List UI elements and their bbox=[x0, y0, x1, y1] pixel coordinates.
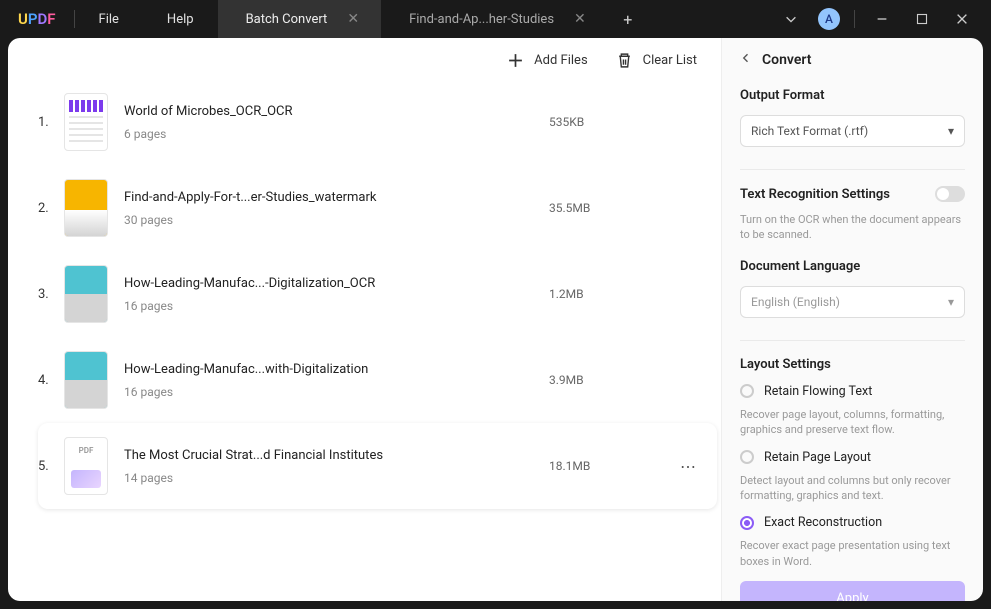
button-label: Add Files bbox=[534, 53, 587, 68]
radio-label: Retain Flowing Text bbox=[764, 384, 872, 399]
list-item[interactable]: 5. PDF The Most Crucial Strat...d Financ… bbox=[38, 423, 717, 509]
row-number: 3. bbox=[38, 287, 64, 302]
tab-add-button[interactable]: + bbox=[608, 0, 648, 38]
file-title: Find-and-Apply-For-t...er-Studies_waterm… bbox=[124, 190, 549, 205]
output-format-label: Output Format bbox=[740, 88, 965, 103]
row-number: 2. bbox=[38, 201, 64, 216]
chevron-down-icon: ▾ bbox=[948, 295, 954, 309]
radio-label: Retain Page Layout bbox=[764, 450, 871, 465]
convert-panel: Convert Output Format Rich Text Format (… bbox=[721, 38, 983, 601]
list-item[interactable]: 2. Find-and-Apply-For-t...er-Studies_wat… bbox=[38, 165, 717, 251]
file-thumbnail bbox=[64, 93, 108, 151]
tab-batch-convert[interactable]: Batch Convert ✕ bbox=[218, 0, 382, 38]
apply-button[interactable]: Apply bbox=[740, 581, 965, 601]
maximize-icon[interactable] bbox=[909, 6, 935, 32]
file-title: The Most Crucial Strat...d Financial Ins… bbox=[124, 448, 549, 463]
menu-help[interactable]: Help bbox=[143, 12, 218, 27]
radio-help: Detect layout and columns but only recov… bbox=[740, 473, 965, 504]
file-pages: 16 pages bbox=[124, 385, 549, 399]
output-format-select[interactable]: Rich Text Format (.rtf) ▾ bbox=[740, 115, 965, 147]
chevron-down-icon: ▾ bbox=[948, 124, 954, 138]
language-select[interactable]: English (English) ▾ bbox=[740, 286, 965, 318]
file-thumbnail bbox=[64, 265, 108, 323]
list-item[interactable]: 1. World of Microbes_OCR_OCR 6 pages 535… bbox=[38, 79, 717, 165]
panel-title: Convert bbox=[762, 52, 811, 68]
file-thumbnail: PDF bbox=[64, 437, 108, 495]
list-item[interactable]: 4. How-Leading-Manufac...with-Digitaliza… bbox=[38, 337, 717, 423]
divider bbox=[854, 10, 855, 28]
ocr-help-text: Turn on the OCR when the document appear… bbox=[740, 212, 965, 243]
file-pages: 30 pages bbox=[124, 213, 549, 227]
divider bbox=[740, 169, 965, 170]
toolbar: Add Files Clear List bbox=[8, 38, 721, 79]
layout-label: Layout Settings bbox=[740, 357, 965, 372]
window-controls: A bbox=[778, 6, 991, 32]
tab-label: Batch Convert bbox=[246, 12, 328, 27]
radio-label: Exact Reconstruction bbox=[764, 515, 882, 530]
minimize-icon[interactable] bbox=[869, 6, 895, 32]
file-pages: 6 pages bbox=[124, 127, 549, 141]
radio-help: Recover exact page presentation using te… bbox=[740, 538, 965, 569]
tab-document[interactable]: Find-and-Ap...her-Studies ✕ bbox=[381, 0, 608, 38]
tab-strip: Batch Convert ✕ Find-and-Ap...her-Studie… bbox=[218, 0, 648, 38]
file-size: 535KB bbox=[549, 115, 669, 129]
file-title: How-Leading-Manufac...-Digitalization_OC… bbox=[124, 276, 549, 291]
file-list: 1. World of Microbes_OCR_OCR 6 pages 535… bbox=[8, 79, 721, 601]
select-value: Rich Text Format (.rtf) bbox=[751, 124, 868, 138]
file-size: 1.2MB bbox=[549, 287, 669, 301]
file-thumbnail bbox=[64, 351, 108, 409]
language-label: Document Language bbox=[740, 259, 965, 274]
ocr-toggle[interactable] bbox=[935, 186, 965, 202]
select-value: English (English) bbox=[751, 295, 840, 309]
button-label: Clear List bbox=[643, 53, 697, 68]
chevron-left-icon[interactable] bbox=[740, 52, 752, 68]
file-list-panel: Add Files Clear List 1. World of Microbe… bbox=[8, 38, 721, 601]
close-icon[interactable]: ✕ bbox=[347, 11, 359, 27]
radio-help: Recover page layout, columns, formatting… bbox=[740, 407, 965, 438]
file-title: World of Microbes_OCR_OCR bbox=[124, 104, 549, 119]
window-close-icon[interactable] bbox=[949, 6, 975, 32]
file-size: 3.9MB bbox=[549, 373, 669, 387]
ocr-label: Text Recognition Settings bbox=[740, 187, 890, 202]
radio-retain-page-layout[interactable] bbox=[740, 450, 754, 464]
file-size: 18.1MB bbox=[549, 459, 669, 473]
add-files-button[interactable]: Add Files bbox=[507, 52, 587, 69]
chevron-down-icon[interactable] bbox=[778, 6, 804, 32]
file-pages: 16 pages bbox=[124, 299, 549, 313]
list-item[interactable]: 3. How-Leading-Manufac...-Digitalization… bbox=[38, 251, 717, 337]
menu-file[interactable]: File bbox=[75, 12, 143, 27]
clear-list-button[interactable]: Clear List bbox=[616, 52, 697, 69]
close-icon[interactable]: ✕ bbox=[574, 11, 586, 27]
tab-label: Find-and-Ap...her-Studies bbox=[409, 12, 554, 27]
file-size: 35.5MB bbox=[549, 201, 669, 215]
row-number: 4. bbox=[38, 373, 64, 388]
row-number: 5. bbox=[38, 459, 64, 474]
file-title: How-Leading-Manufac...with-Digitalizatio… bbox=[124, 362, 549, 377]
divider bbox=[740, 340, 965, 341]
file-thumbnail bbox=[64, 179, 108, 237]
row-number: 1. bbox=[38, 115, 64, 130]
more-icon[interactable]: ⋯ bbox=[669, 457, 709, 476]
radio-retain-flowing[interactable] bbox=[740, 384, 754, 398]
titlebar: UPDF File Help Batch Convert ✕ Find-and-… bbox=[0, 0, 991, 38]
radio-exact-reconstruction[interactable] bbox=[740, 516, 754, 530]
app-logo: UPDF bbox=[0, 10, 74, 28]
avatar[interactable]: A bbox=[818, 8, 840, 30]
file-pages: 14 pages bbox=[124, 471, 549, 485]
